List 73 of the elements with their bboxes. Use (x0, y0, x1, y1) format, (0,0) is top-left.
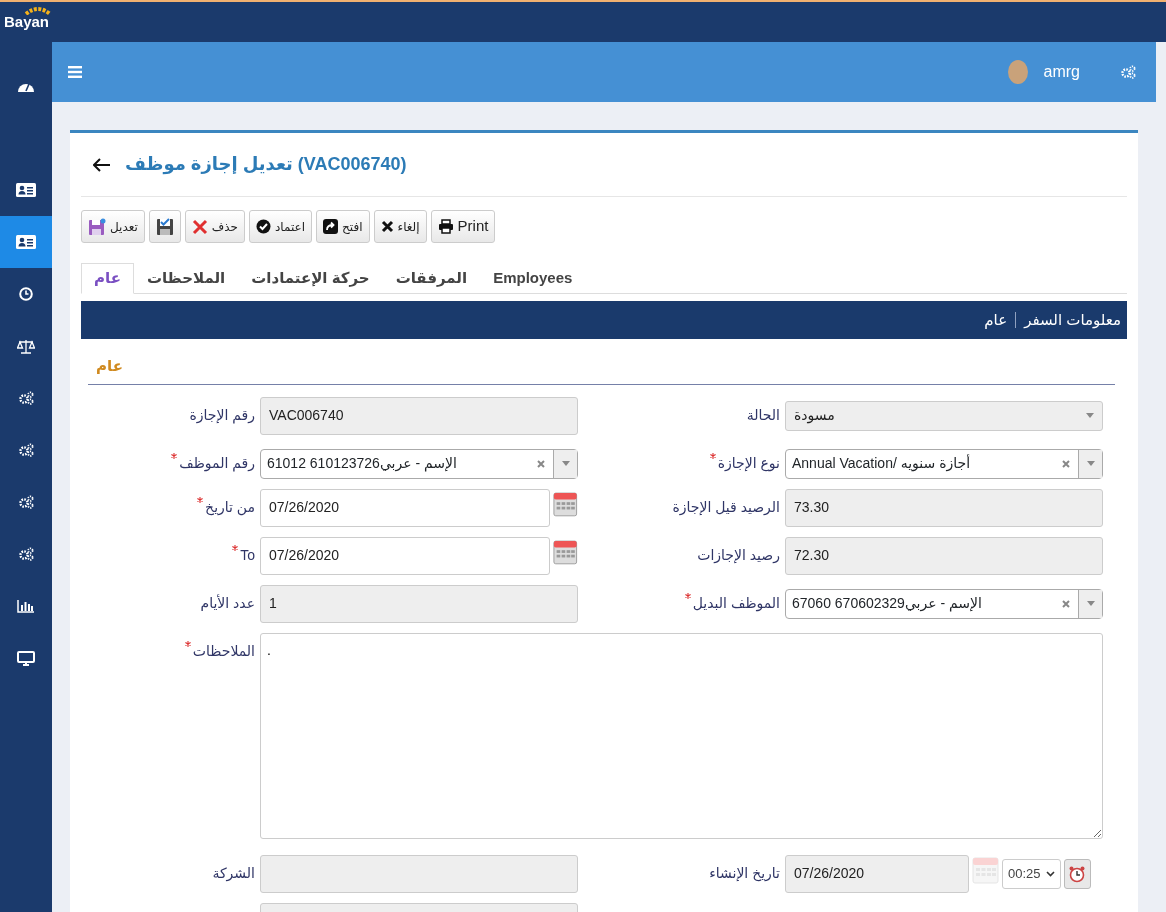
save-button[interactable] (148, 210, 181, 243)
close-icon (380, 220, 394, 233)
date-field[interactable]: 07/26/2020 (260, 488, 551, 527)
notes-field[interactable]: . (260, 632, 1103, 839)
section-link[interactable]: معلومات السفر (1024, 308, 1121, 332)
combo-field[interactable]: 67060 670602329الإسم - عربي (785, 588, 1103, 619)
open-button[interactable]: افتح (316, 210, 370, 243)
close-icon (191, 218, 208, 235)
combo-field[interactable]: Annual Vacation/ أجازة سنويه (785, 448, 1103, 479)
field-label: الحالة (746, 406, 780, 423)
field-label: الموظف البديل (692, 594, 780, 611)
section-title: عام (96, 357, 123, 374)
menu-icon[interactable] (68, 66, 82, 78)
field-label: نوع الإجازة (717, 454, 780, 471)
field-label: الملاحظات (192, 642, 255, 659)
read-only-field: 73.30 (785, 488, 1103, 527)
dropdown-arrow-icon (1086, 413, 1094, 418)
field-label: الشركة (212, 864, 255, 881)
tab[interactable]: الملاحظات (133, 263, 239, 293)
printer-icon (437, 219, 454, 234)
field-label: To (240, 546, 255, 563)
field-label: رصيد الإجازات (697, 546, 780, 563)
field-label: رقم الإجازة (189, 406, 255, 423)
app-logo: Bayan (4, 10, 50, 34)
bar-chart-icon[interactable] (17, 599, 35, 613)
dropdown-arrow-icon (1086, 601, 1095, 606)
field-label: الرصيد قيل الإجازة (672, 498, 780, 515)
page-title: تعديل إجازة موظف (VAC006740) (125, 153, 407, 177)
monitor-icon[interactable] (17, 650, 35, 666)
tab[interactable]: المرفقات (382, 263, 481, 293)
time-select[interactable]: 00:25 (1002, 858, 1061, 889)
chevron-down-icon (1045, 870, 1055, 877)
tab[interactable]: حركة الإعتمادات (238, 263, 383, 293)
clock-button[interactable] (1063, 858, 1091, 889)
dropdown-arrow-icon (561, 461, 570, 466)
field-label: رقم الموظف (179, 454, 255, 471)
read-only-field: VAC006740 (260, 396, 578, 435)
dropdown-arrow-icon (1086, 461, 1095, 466)
tab[interactable]: Employees (480, 263, 586, 293)
date-field[interactable]: 07/26/2020 (260, 536, 551, 575)
settings-icon[interactable] (1120, 65, 1136, 79)
read-only-field: 1 (260, 584, 578, 623)
read-only-field: 72.30 (785, 536, 1103, 575)
gears-icon[interactable] (18, 443, 34, 457)
gears-icon[interactable] (18, 547, 34, 561)
status-select[interactable]: مسودة (785, 400, 1103, 431)
balance-scale-icon[interactable] (17, 338, 35, 354)
clear-icon[interactable] (1062, 599, 1070, 608)
date-field: 07/26/2020 (785, 854, 969, 893)
save-check-icon (155, 217, 174, 236)
clock-icon[interactable] (19, 287, 33, 301)
id-card-icon[interactable] (16, 183, 36, 197)
gears-icon[interactable] (18, 391, 34, 405)
approve-button[interactable]: اعتماد (249, 210, 313, 243)
delete-button[interactable]: حذف (184, 210, 245, 243)
section-link[interactable]: عام (984, 308, 1008, 332)
tab[interactable]: عام (81, 263, 134, 294)
save-icon (88, 217, 106, 236)
field-label: تاريخ الإنشاء (709, 864, 780, 881)
check-circle-icon (256, 219, 271, 234)
back-arrow-icon[interactable] (93, 157, 111, 172)
clear-icon[interactable] (1062, 459, 1070, 468)
print-button[interactable]: Print (430, 210, 496, 243)
clear-icon[interactable] (537, 459, 545, 468)
field-label: عدد الأيام (200, 594, 255, 611)
field-label: من تاريخ (205, 498, 255, 515)
cancel-button[interactable]: إلغاء (373, 210, 427, 243)
alarm-clock-icon (1068, 864, 1087, 883)
combo-field[interactable]: 61012 610123726الإسم - عربي (260, 448, 578, 479)
gears-icon[interactable] (18, 495, 34, 509)
user-avatar (1007, 60, 1028, 84)
id-card-icon[interactable] (16, 235, 36, 249)
edit-button[interactable]: تعديل (81, 210, 145, 243)
